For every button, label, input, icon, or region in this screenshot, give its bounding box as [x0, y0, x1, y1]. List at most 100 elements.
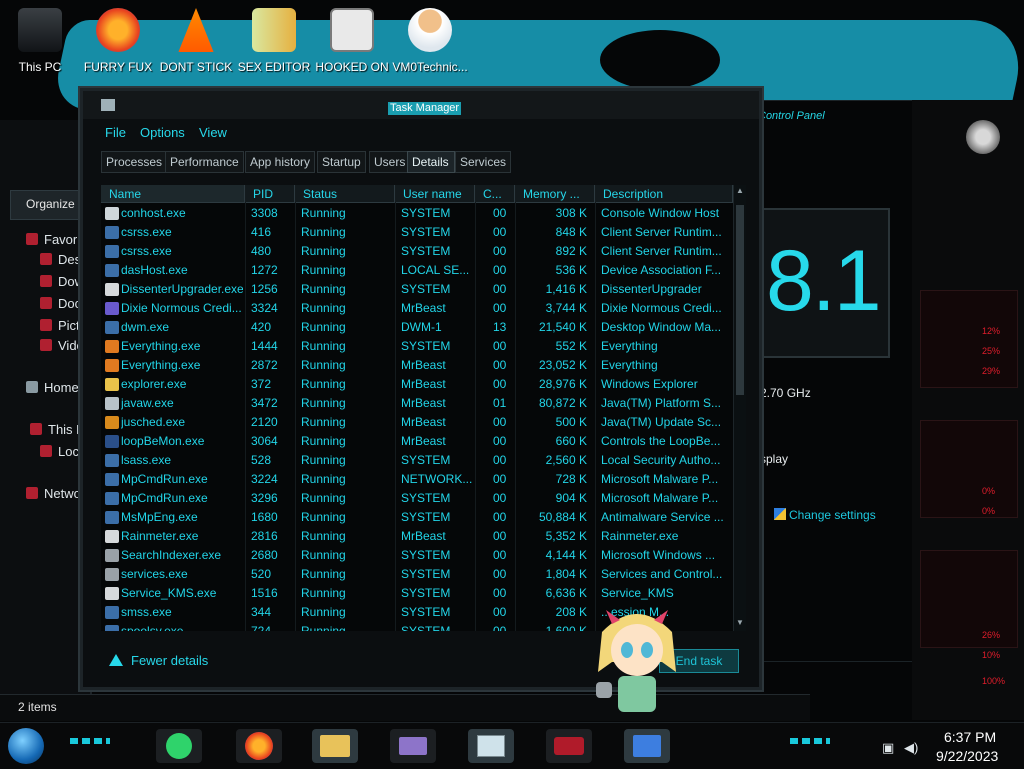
table-row[interactable]: javaw.exe 3472 Running MrBeast 01 80,872 K Jav… — [101, 394, 733, 413]
cell-name: MpCmdRun.exe — [121, 472, 208, 486]
process-icon — [105, 321, 119, 334]
cell-name: loopBeMon.exe — [121, 434, 205, 448]
table-row[interactable]: Everything.exe 2872 Running MrBeast 00 23,052… — [101, 356, 733, 375]
nav-videos[interactable]: Vide — [40, 338, 84, 356]
vertical-scrollbar[interactable]: ▲ ▼ — [733, 185, 746, 631]
taskbar-app-firefox[interactable] — [236, 729, 282, 763]
tab-performance[interactable]: Performance — [165, 151, 244, 173]
table-row[interactable]: jusched.exe 2120 Running MrBeast 00 500 K Java… — [101, 413, 733, 432]
desktop-icon — [40, 253, 52, 265]
taskbar-app-game[interactable] — [546, 729, 592, 763]
table-row[interactable]: MsMpEng.exe 1680 Running SYSTEM 00 50,884 K An… — [101, 508, 733, 527]
desktop-icon-this-pc[interactable]: This PC — [0, 6, 80, 74]
cell-pid: 2872 — [251, 358, 278, 372]
taskbar-app-notes[interactable] — [156, 729, 202, 763]
scroll-thumb[interactable] — [736, 205, 744, 395]
cell-name: SearchIndexer.exe — [121, 548, 222, 562]
taskbar-app-control-panel[interactable] — [390, 729, 436, 763]
cell-mem: 536 K — [555, 263, 587, 277]
cell-user: SYSTEM — [401, 586, 451, 600]
tab-users[interactable]: Users — [369, 151, 411, 173]
rainmeter-gauges: 12% 25% 29% 0% 0% 26% 10% 100% — [912, 100, 1024, 720]
column-header-name[interactable]: Name — [101, 185, 245, 203]
cell-user: MrBeast — [401, 377, 446, 391]
gauge-tile — [920, 290, 1018, 388]
nav-downloads[interactable]: Dow — [40, 274, 84, 292]
column-header-memory[interactable]: Memory ... — [515, 185, 595, 203]
column-header-user-name[interactable]: User name — [395, 185, 475, 203]
menu-view[interactable]: View — [199, 125, 227, 140]
table-row[interactable]: Service_KMS.exe 1516 Running SYSTEM 00 6,636 … — [101, 584, 733, 603]
computer-icon — [18, 8, 62, 52]
column-header-status[interactable]: Status — [295, 185, 395, 203]
nav-desktop[interactable]: Des — [40, 252, 81, 270]
cell-desc: DissenterUpgrader — [601, 282, 702, 296]
table-row[interactable]: dasHost.exe 1272 Running LOCAL SE... 00 536 K… — [101, 261, 733, 280]
desktop-icon-dont-stick[interactable]: DONT STICK — [156, 6, 236, 74]
volume-icon[interactable]: ◀) — [904, 740, 918, 756]
organize-button[interactable]: Organize — [10, 190, 82, 220]
nav-local-disk[interactable]: Loc — [40, 444, 79, 462]
table-row[interactable]: dwm.exe 420 Running DWM-1 13 21,540 K Desktop … — [101, 318, 733, 337]
change-settings-link[interactable]: Change settings — [774, 508, 876, 522]
table-row[interactable]: loopBeMon.exe 3064 Running MrBeast 00 660 K Co… — [101, 432, 733, 451]
table-row[interactable]: DissenterUpgrader.exe 1256 Running SYSTEM 00… — [101, 280, 733, 299]
start-button[interactable] — [8, 728, 44, 764]
taskbar-app-remote[interactable] — [624, 729, 670, 763]
task-manager-titlebar[interactable]: Task Manager — [83, 91, 759, 119]
cell-status: Running — [301, 396, 346, 410]
taskbar-app-task-manager[interactable] — [468, 729, 514, 763]
table-row[interactable]: Dixie Normous Credi... 3324 Running MrBeast… — [101, 299, 733, 318]
table-row[interactable]: conhost.exe 3308 Running SYSTEM 00 308 K Conso… — [101, 204, 733, 223]
tab-startup[interactable]: Startup — [317, 151, 366, 173]
table-row[interactable]: csrss.exe 480 Running SYSTEM 00 892 K Client S… — [101, 242, 733, 261]
taskbar-decoration — [790, 738, 830, 744]
nav-network[interactable]: Netwo — [26, 486, 81, 504]
menu-bar: File Options View — [83, 121, 759, 145]
scroll-down-icon[interactable]: ▼ — [734, 617, 746, 629]
table-row[interactable]: Everything.exe 1444 Running SYSTEM 00 552 K Ev… — [101, 337, 733, 356]
table-row[interactable]: lsass.exe 528 Running SYSTEM 00 2,560 K Local … — [101, 451, 733, 470]
tab-processes[interactable]: Processes — [101, 151, 168, 173]
table-row[interactable]: MpCmdRun.exe 3296 Running SYSTEM 00 904 K Micr… — [101, 489, 733, 508]
table-row[interactable]: SearchIndexer.exe 2680 Running SYSTEM 00 4,14… — [101, 546, 733, 565]
cell-user: MrBeast — [401, 529, 446, 543]
table-row[interactable]: MpCmdRun.exe 3224 Running NETWORK... 00 728 K… — [101, 470, 733, 489]
desktop-icon-hooked-on[interactable]: HOOKED ON — [312, 6, 392, 74]
nav-favorites[interactable]: Favor — [26, 232, 77, 250]
fewer-details-button[interactable]: Fewer details — [109, 653, 208, 668]
scroll-up-icon[interactable]: ▲ — [734, 185, 746, 197]
column-header-description[interactable]: Description — [595, 185, 733, 203]
process-icon — [105, 245, 119, 258]
cell-user: MrBeast — [401, 358, 446, 372]
network-icon[interactable]: ▣ — [882, 740, 894, 756]
tab-app-history[interactable]: App history — [245, 151, 316, 173]
column-header-pid[interactable]: PID — [245, 185, 295, 203]
nav-documents[interactable]: Doc — [40, 296, 81, 314]
nav-pictures[interactable]: Pict — [40, 318, 80, 336]
picture-icon — [40, 319, 52, 331]
nav-home[interactable]: Home — [26, 380, 79, 398]
menu-file[interactable]: File — [105, 125, 126, 140]
table-row[interactable]: Rainmeter.exe 2816 Running MrBeast 00 5,352 K… — [101, 527, 733, 546]
cell-pid: 1256 — [251, 282, 278, 296]
table-row[interactable]: explorer.exe 372 Running MrBeast 00 28,976 K W… — [101, 375, 733, 394]
task-manager-window: Task Manager File Options View Processes… — [80, 88, 762, 690]
star-icon — [26, 233, 38, 245]
network-icon — [26, 487, 38, 499]
clock-date[interactable]: 9/22/2023 — [936, 748, 998, 764]
menu-options[interactable]: Options — [140, 125, 185, 140]
table-row[interactable]: services.exe 520 Running SYSTEM 00 1,804 K Ser… — [101, 565, 733, 584]
tab-details[interactable]: Details — [407, 151, 455, 173]
process-icon — [105, 435, 119, 448]
cell-desc: Dixie Normous Credi... — [601, 301, 722, 315]
tab-services[interactable]: Services — [455, 151, 512, 173]
taskbar-app-explorer[interactable] — [312, 729, 358, 763]
table-row[interactable]: csrss.exe 416 Running SYSTEM 00 848 K Client S… — [101, 223, 733, 242]
clock-time[interactable]: 6:37 PM — [944, 729, 996, 745]
column-header-cpu[interactable]: C... — [475, 185, 515, 203]
desktop-icon-furry-fux[interactable]: FURRY FUX — [78, 6, 158, 74]
desktop-icon-vm0technic[interactable]: VM0Technic... — [390, 6, 470, 74]
desktop-icon-sex-editor[interactable]: SEX EDITOR — [234, 6, 314, 74]
nav-this-pc[interactable]: This F — [30, 422, 84, 440]
